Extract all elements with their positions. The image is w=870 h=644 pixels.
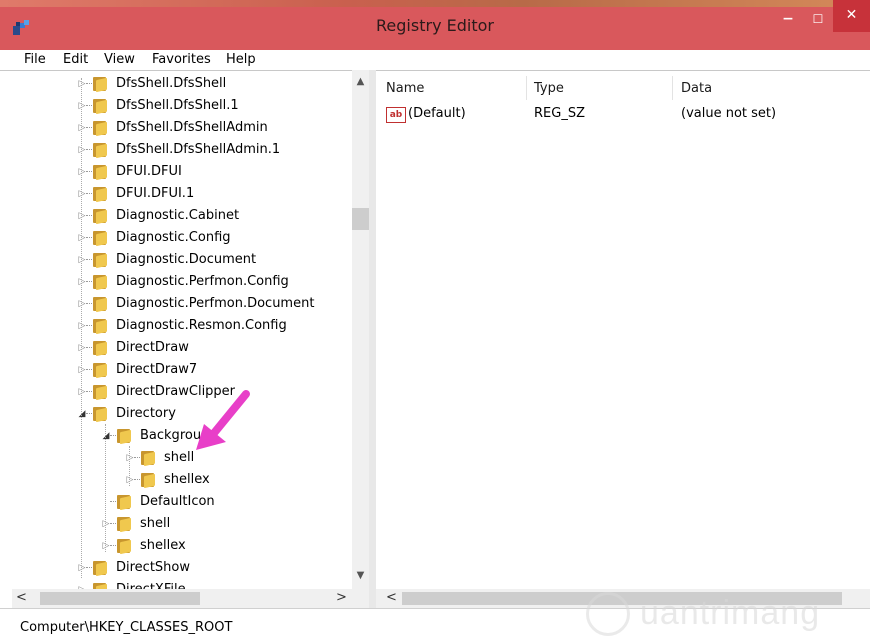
column-divider[interactable]	[526, 76, 527, 100]
tree-node-label: Diagnostic.Config	[116, 230, 231, 245]
value-type: REG_SZ	[534, 106, 585, 121]
folder-icon	[92, 340, 108, 357]
column-data[interactable]: Data	[681, 81, 712, 96]
tree-node-label: DirectDraw	[116, 340, 189, 355]
tree-node-label: DirectDraw7	[116, 362, 198, 377]
annotation-arrow-icon	[196, 390, 250, 450]
tree-node-label: Diagnostic.Perfmon.Config	[116, 274, 289, 289]
value-name: (Default)	[408, 106, 466, 121]
maximize-button[interactable]: ☐	[805, 8, 831, 30]
tree-node-label: Directory	[116, 406, 176, 421]
folder-icon	[92, 142, 108, 159]
folder-icon	[116, 428, 132, 445]
status-path: Computer\HKEY_CLASSES_ROOT	[20, 620, 233, 635]
tree-node-label: DfsShell.DfsShellAdmin.1	[116, 142, 281, 157]
tree-node-label: Diagnostic.Cabinet	[116, 208, 240, 223]
tree-node-label: Diagnostic.Document	[116, 252, 257, 267]
tree-node-label: Diagnostic.Resmon.Config	[116, 318, 287, 333]
folder-icon	[92, 384, 108, 401]
scroll-down-icon[interactable]: ▼	[352, 570, 369, 584]
folder-icon	[92, 252, 108, 269]
watermark-logo-icon	[586, 592, 630, 636]
values-pane[interactable]	[376, 70, 870, 590]
tree-node-label: DfsShell.DfsShell.1	[116, 98, 239, 113]
close-button[interactable]: ✕	[833, 0, 870, 32]
value-data: (value not set)	[681, 106, 777, 121]
tree-node-label: shell	[140, 516, 171, 531]
folder-icon	[92, 230, 108, 247]
folder-icon	[92, 274, 108, 291]
menu-edit[interactable]: Edit	[63, 52, 88, 67]
menu-help[interactable]: Help	[226, 52, 256, 67]
tree-node-label: shellex	[164, 472, 210, 487]
tree-guide-line	[129, 446, 131, 486]
scroll-up-icon[interactable]: ▲	[352, 76, 369, 90]
folder-icon	[92, 560, 108, 577]
tree-guide-line	[81, 78, 83, 578]
tree-node-label: DFUI.DFUI.1	[116, 186, 195, 201]
folder-icon	[92, 318, 108, 335]
tree-guide-line	[105, 424, 107, 552]
menu-file[interactable]: File	[24, 52, 46, 67]
menu-favorites[interactable]: Favorites	[152, 52, 211, 67]
string-value-icon: ab	[386, 107, 406, 123]
values-header: Name Type Data	[376, 76, 870, 102]
folder-icon	[140, 472, 156, 489]
folder-icon	[92, 98, 108, 115]
folder-icon	[92, 296, 108, 313]
tree-node-label: DfsShell.DfsShellAdmin	[116, 120, 268, 135]
folder-icon	[116, 494, 132, 511]
folder-icon	[92, 164, 108, 181]
tree-node-label: Diagnostic.Perfmon.Document	[116, 296, 315, 311]
tree-vertical-scrollbar[interactable]	[352, 70, 369, 589]
pane-splitter[interactable]	[369, 70, 376, 608]
tree-node-label: DFUI.DFUI	[116, 164, 182, 179]
minimize-button[interactable]: −	[775, 8, 801, 30]
column-name[interactable]: Name	[386, 81, 424, 96]
watermark: uantrimang	[580, 592, 870, 638]
tree-scroll-thumb[interactable]	[352, 208, 369, 230]
tree-node-label: DefaultIcon	[140, 494, 215, 509]
folder-icon	[116, 538, 132, 555]
folder-icon	[92, 406, 108, 423]
scroll-left-icon[interactable]: <	[386, 590, 397, 605]
scroll-right-icon[interactable]: >	[336, 590, 347, 605]
tree-hscroll-thumb[interactable]	[40, 592, 200, 605]
tree-node-label: DirectShow	[116, 560, 191, 575]
folder-icon	[140, 450, 156, 467]
watermark-text: uantrimang	[640, 594, 821, 632]
value-row[interactable]: ab (Default) REG_SZ (value not set)	[382, 103, 862, 125]
folder-icon	[92, 186, 108, 203]
tree-node-label: DfsShell.DfsShell	[116, 76, 227, 91]
folder-icon	[92, 120, 108, 137]
folder-icon	[92, 362, 108, 379]
menu-view[interactable]: View	[104, 52, 135, 67]
title-bar-tint	[0, 0, 870, 7]
folder-icon	[92, 208, 108, 225]
menu-bar: File Edit View Favorites Help	[0, 50, 870, 70]
column-type[interactable]: Type	[534, 81, 564, 96]
scroll-left-icon[interactable]: <	[16, 590, 27, 605]
window-title: Registry Editor	[376, 16, 494, 35]
tree-node-label: shellex	[140, 538, 186, 553]
folder-icon	[92, 76, 108, 93]
column-divider[interactable]	[672, 76, 673, 100]
folder-icon	[116, 516, 132, 533]
